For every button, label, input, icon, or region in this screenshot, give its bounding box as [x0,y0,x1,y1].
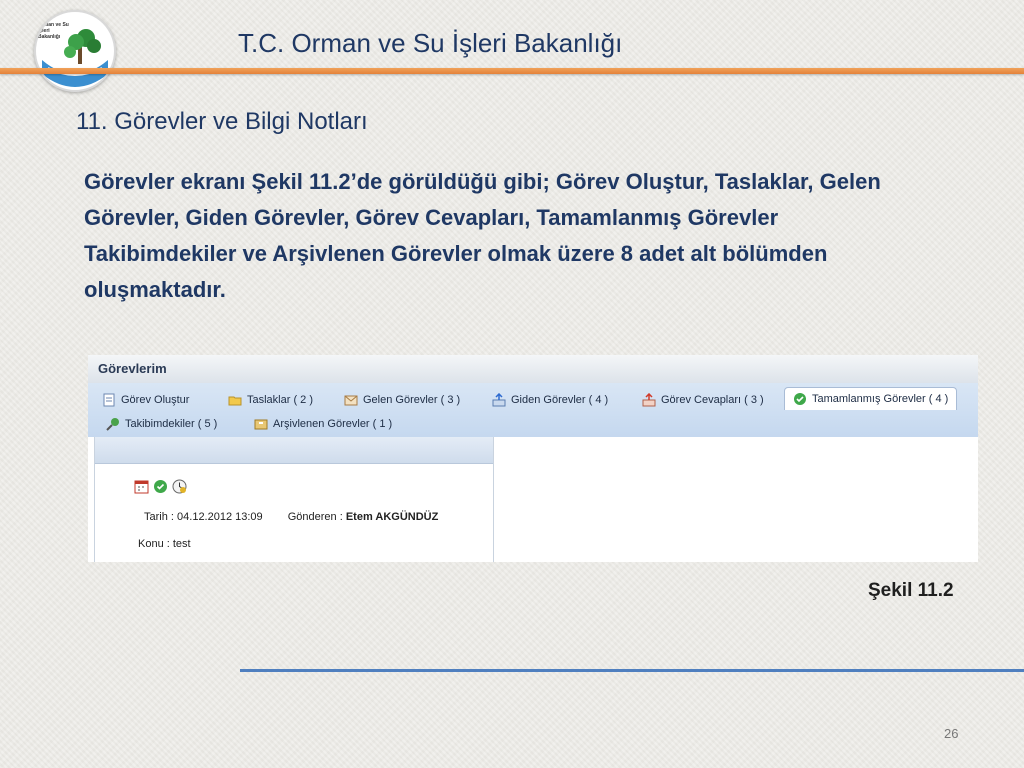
ministry-logo: T.C. Orman ve Su İşleri Bakanlığı [34,10,116,92]
tab-completed[interactable]: Tamamlanmış Görevler ( 4 ) [784,387,958,410]
check-circle-icon [793,392,807,406]
tab-label: Taslaklar ( 2 ) [247,394,314,406]
date-label: Tarih : [144,511,174,523]
tab-label: Giden Görevler ( 4 ) [511,394,609,406]
logo-text-line: Bakanlığı [38,34,61,40]
calendar-icon[interactable] [134,479,149,494]
check-circle-icon[interactable] [153,479,168,494]
tab-replies[interactable]: Görev Cevapları ( 3 ) [642,389,764,411]
logo-text-line: Orman ve Su İşleri [38,22,69,34]
item-subject: Konu : test [138,538,191,550]
task-detail-pane [500,437,978,562]
header-divider [0,68,1024,74]
page-number: 26 [944,726,959,741]
inbox-icon [344,393,358,407]
tab-outgoing[interactable]: Giden Görevler ( 4 ) [492,389,608,411]
tasks-screenshot: Görevlerim Görev Oluştur Taslaklar ( 2 )… [88,355,978,562]
tab-bar: Görev Oluştur Taslaklar ( 2 ) Gelen Göre… [88,383,978,437]
outbox-icon [492,392,506,407]
sender-value: Etem AKGÜNDÜZ [345,511,439,523]
tab-create-task[interactable]: Görev Oluştur [102,389,189,411]
tab-label: Tamamlanmış Görevler ( 4 ) [812,393,949,405]
tab-label: Takibimdekiler ( 5 ) [125,418,218,430]
drafts-folder-icon [228,393,242,407]
item-meta: Tarih : 04.12.2012 13:09 Gönderen : Etem… [144,511,438,523]
tab-tracking[interactable]: Takibimdekiler ( 5 ) [106,413,217,435]
task-list-header [95,437,493,464]
tab-label: Görev Oluştur [121,394,190,406]
screenshot-header: Görevlerim [88,355,978,384]
reply-icon [642,392,656,407]
tracking-icon [106,417,120,431]
tab-archived[interactable]: Arşivlenen Görevler ( 1 ) [254,413,392,435]
screenshot-title: Görevlerim [98,361,167,376]
item-action-icons [134,479,187,494]
tab-label: Arşivlenen Görevler ( 1 ) [273,418,393,430]
archive-icon [254,417,268,431]
body-paragraph: Görevler ekranı Şekil 11.2’de görüldüğü … [84,169,881,302]
clock-icon[interactable] [172,479,187,494]
tab-label: Gelen Görevler ( 3 ) [363,394,461,406]
header-title: T.C. Orman ve Su İşleri Bakanlığı [238,28,623,58]
footer-divider [240,669,1024,672]
tab-drafts[interactable]: Taslaklar ( 2 ) [228,389,313,411]
logo-text: T.C. Orman ve Su İşleri Bakanlığı [38,16,78,40]
date-value: 04.12.2012 13:09 [177,511,263,523]
tab-label: Görev Cevapları ( 3 ) [661,394,764,406]
figure-caption: Şekil 11.2 [868,580,954,601]
tab-incoming[interactable]: Gelen Görevler ( 3 ) [344,389,460,411]
sender-label: Gönderen : [287,511,343,523]
section-title: 11. Görevler ve Bilgi Notları [76,108,368,135]
create-task-icon [102,393,116,407]
